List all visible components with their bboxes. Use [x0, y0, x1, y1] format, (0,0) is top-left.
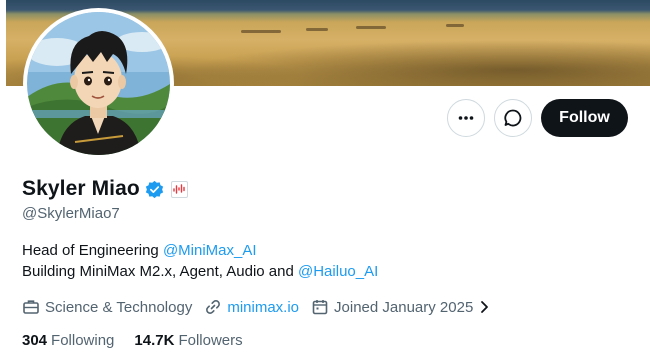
briefcase-icon	[23, 300, 39, 314]
avatar-image	[27, 12, 170, 155]
chevron-right-icon	[481, 301, 489, 313]
message-button[interactable]	[494, 99, 532, 137]
bio-line-1: Head of Engineering @MiniMax_AI	[22, 242, 257, 259]
more-dots-icon	[458, 116, 474, 120]
verified-badge-icon[interactable]	[145, 180, 164, 199]
joined-item[interactable]: Joined January 2025	[311, 298, 490, 316]
affiliation-badge-icon[interactable]	[170, 180, 188, 198]
website-item: minimax.io	[204, 298, 299, 316]
display-name: Skyler Miao	[22, 177, 140, 200]
following-link[interactable]: 304 Following	[22, 332, 114, 349]
bio: Head of Engineering @MiniMax_AI Building…	[22, 240, 378, 282]
joined-label: Joined January 2025	[334, 298, 474, 316]
followers-link[interactable]: 14.7K Followers	[134, 332, 242, 349]
link-icon	[206, 300, 221, 314]
category-item: Science & Technology	[22, 298, 192, 316]
category-label: Science & Technology	[45, 298, 193, 316]
mention-minimax-link[interactable]: @MiniMax_AI	[163, 242, 257, 259]
name-row: Skyler Miao	[22, 177, 188, 201]
follow-button[interactable]: Follow	[541, 99, 628, 137]
mention-hailuo-link[interactable]: @Hailuo_AI	[298, 263, 378, 280]
follow-stats: 304 Following 14.7K Followers	[22, 332, 263, 349]
bio-line-2: Building MiniMax M2.x, Agent, Audio and …	[22, 263, 379, 280]
followers-count: 14.7K	[134, 332, 175, 349]
website-link[interactable]: minimax.io	[227, 299, 299, 316]
handle: @SkylerMiao7	[22, 205, 120, 222]
calendar-icon	[312, 300, 328, 315]
more-options-button[interactable]	[447, 99, 485, 137]
avatar[interactable]	[23, 8, 174, 159]
message-bubble-icon	[504, 109, 522, 127]
profile-meta: Science & Technology minimax.io Joined J…	[22, 298, 502, 316]
following-count: 304	[22, 332, 48, 349]
